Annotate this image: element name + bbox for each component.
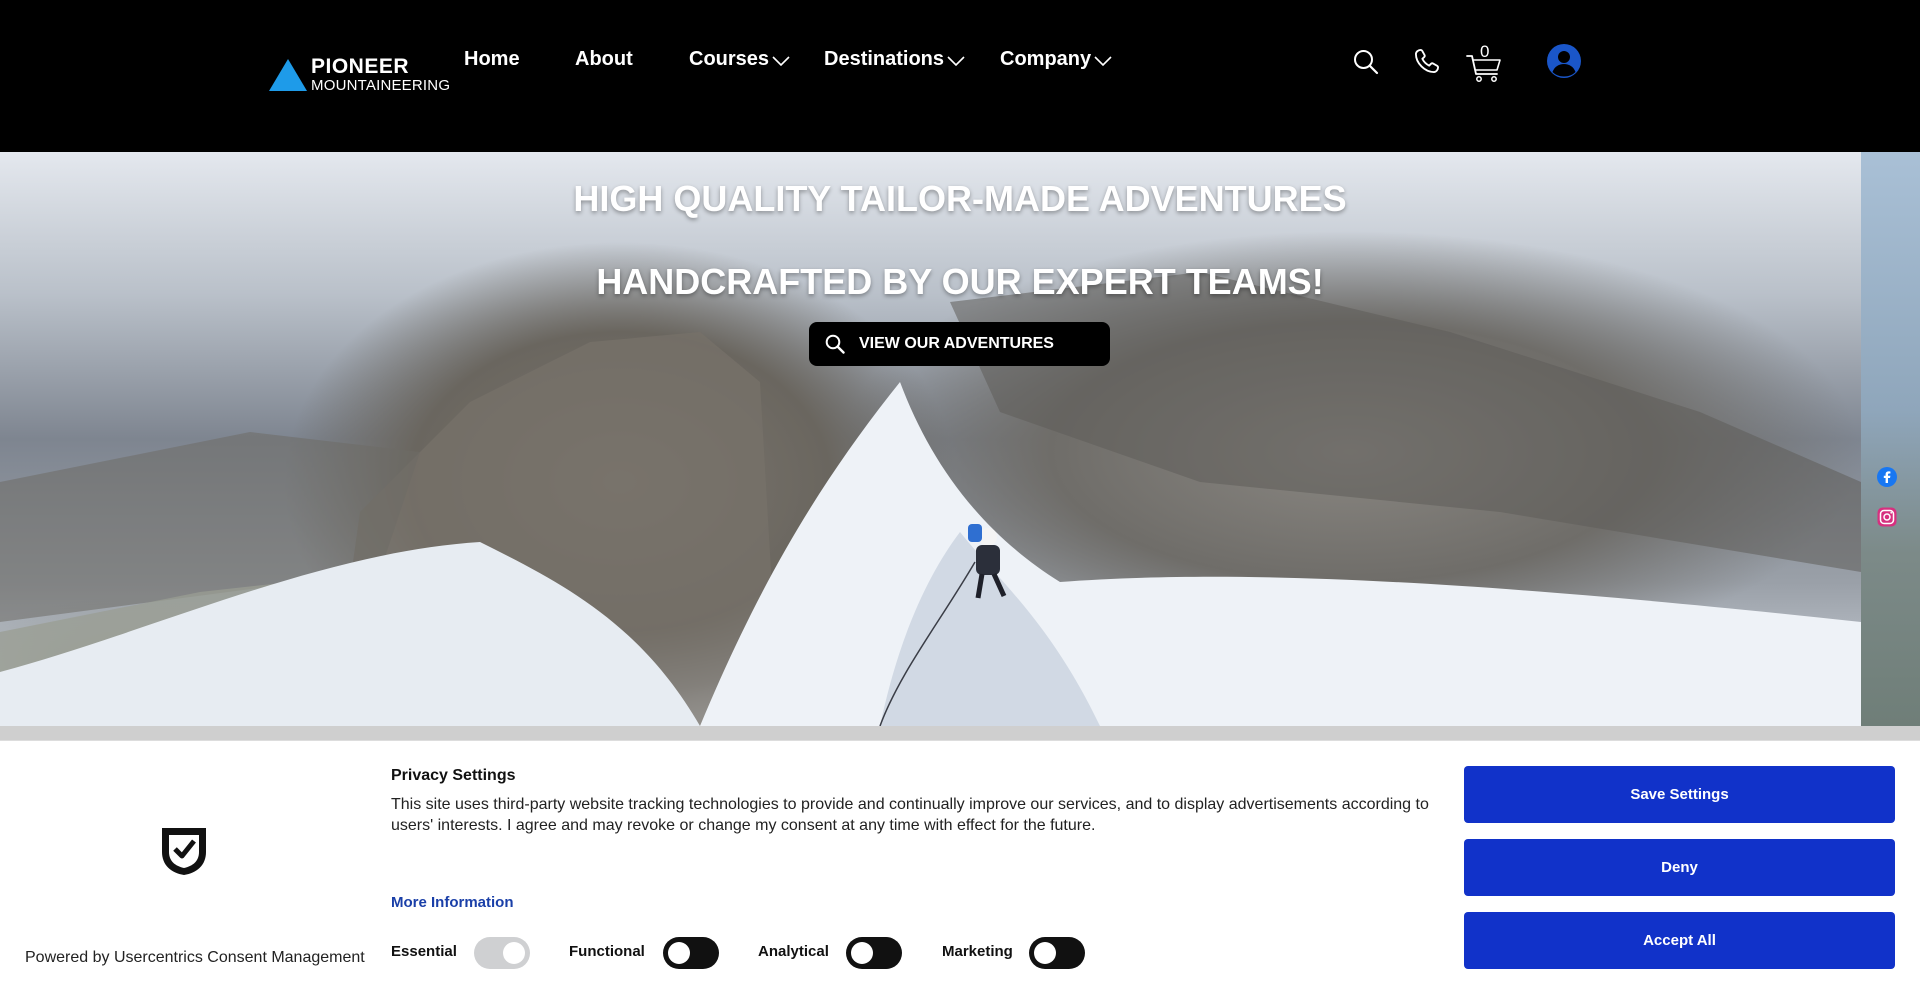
facebook-icon[interactable]	[1877, 467, 1897, 487]
view-adventures-button[interactable]: VIEW OUR ADVENTURES	[809, 322, 1110, 366]
hero-side-image	[1861, 152, 1920, 726]
nav-courses[interactable]: Courses	[689, 48, 790, 71]
toggle-essential-label: Essential	[391, 943, 457, 960]
instagram-icon[interactable]	[1877, 507, 1897, 527]
nav-company[interactable]: Company	[1000, 48, 1112, 71]
nav-about[interactable]: About	[575, 48, 633, 71]
chevron-down-icon	[947, 55, 965, 66]
toggle-essential[interactable]	[474, 937, 530, 969]
toggle-marketing[interactable]	[1029, 937, 1085, 969]
shield-icon	[162, 828, 206, 875]
consent-description: This site uses third-party website track…	[391, 796, 1429, 834]
hero-bottom-strip	[0, 726, 1920, 740]
logo-line-1: PIONEER	[311, 55, 410, 78]
hero-title-line-2: HANDCRAFTED BY OUR EXPERT TEAMS!	[596, 261, 1324, 302]
site-header: PIONEER MOUNTAINEERING Home About Course…	[0, 0, 1920, 152]
chevron-down-icon	[772, 55, 790, 66]
logo-line-2: MOUNTAINEERING	[311, 77, 451, 94]
toggle-marketing-label: Marketing	[942, 943, 1013, 960]
more-information-link[interactable]: More Information	[391, 894, 514, 911]
toggle-functional[interactable]	[663, 937, 719, 969]
powered-by-text: Powered by Usercentrics Consent Manageme…	[25, 949, 365, 966]
site-logo[interactable]: PIONEER MOUNTAINEERING	[269, 56, 450, 93]
nav-destinations-label: Destinations	[824, 48, 945, 70]
accept-all-button[interactable]: Accept All	[1464, 912, 1895, 969]
nav-about-label: About	[575, 48, 633, 70]
hero-image	[0, 152, 1861, 726]
account-icon[interactable]	[1547, 44, 1581, 78]
toggle-analytical-label: Analytical	[758, 943, 829, 960]
save-settings-button[interactable]: Save Settings	[1464, 766, 1895, 823]
nav-home-label: Home	[464, 48, 520, 70]
phone-icon[interactable]	[1413, 47, 1441, 75]
consent-title: Privacy Settings	[391, 767, 516, 784]
search-icon[interactable]	[1353, 49, 1379, 75]
search-icon	[825, 334, 845, 354]
consent-banner: Powered by Usercentrics Consent Manageme…	[0, 740, 1920, 994]
mountain-scene	[0, 272, 1861, 726]
nav-destinations[interactable]: Destinations	[824, 48, 965, 71]
chevron-down-icon	[1094, 55, 1112, 66]
view-adventures-label: VIEW OUR ADVENTURES	[859, 335, 1054, 352]
logo-triangle-icon	[269, 58, 307, 91]
nav-home[interactable]: Home	[464, 48, 520, 71]
hero-title-line-1: HIGH QUALITY TAILOR-MADE ADVENTURES	[573, 178, 1347, 219]
deny-button[interactable]: Deny	[1464, 839, 1895, 896]
toggle-analytical[interactable]	[846, 937, 902, 969]
nav-courses-label: Courses	[689, 48, 770, 70]
cart-count: 0	[1480, 42, 1490, 61]
nav-company-label: Company	[1000, 48, 1092, 70]
toggle-functional-label: Functional	[569, 943, 645, 960]
